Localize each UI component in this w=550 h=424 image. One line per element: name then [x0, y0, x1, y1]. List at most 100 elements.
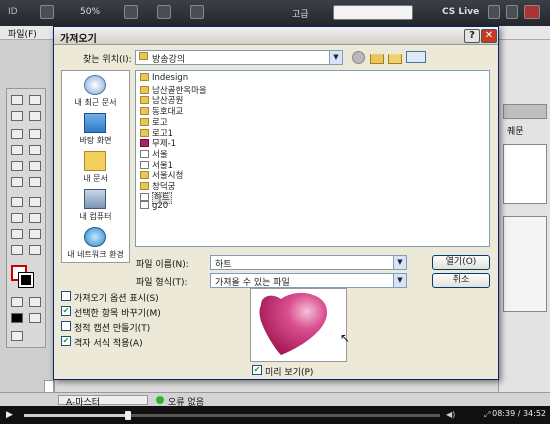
mouse-cursor-icon: ↖	[340, 331, 351, 345]
minimize-icon[interactable]	[488, 5, 500, 19]
video-time: 08:39 / 34:52	[492, 409, 546, 418]
look-in-label: 찾는 위치(I):	[83, 55, 132, 65]
bridge-icon[interactable]	[40, 5, 54, 19]
chevron-down-icon: ▼	[329, 51, 342, 64]
folder-icon	[140, 117, 149, 126]
filename-input[interactable]: 하트 ▼	[210, 255, 407, 270]
filename-value: 하트	[215, 260, 232, 270]
file-list-item[interactable]: g20	[140, 201, 168, 213]
option-checkbox[interactable]: ✔	[61, 336, 71, 346]
cancel-button[interactable]: 취소	[432, 273, 490, 288]
option-label: 정적 캡션 만들기(T)	[74, 324, 151, 334]
folder-icon	[140, 85, 149, 94]
app-search-input[interactable]	[333, 5, 413, 20]
maximize-icon[interactable]	[506, 5, 518, 19]
panel-tab[interactable]	[503, 104, 547, 119]
gradient-tool-icon[interactable]	[11, 213, 23, 223]
option-checkbox[interactable]: ✔	[61, 306, 71, 316]
apply-color-icon[interactable]	[11, 313, 23, 323]
menu-file[interactable]: 파일(F)	[8, 27, 37, 40]
option-label: 가져오기 옵션 표시(S)	[74, 294, 159, 304]
formatting-text-icon[interactable]	[29, 297, 41, 307]
stroke-swatch-icon[interactable]	[18, 272, 34, 288]
apply-none-icon[interactable]	[29, 313, 41, 323]
option-checkbox[interactable]	[61, 291, 71, 301]
normal-view-icon[interactable]	[11, 331, 23, 341]
grid-tool-icon[interactable]	[29, 177, 41, 187]
place-label: 내 문서	[83, 174, 108, 183]
dialog-title-bar[interactable]: 가져오기 ? ✕	[54, 27, 498, 45]
option-label: 선택한 항목 바꾸기(M)	[74, 309, 161, 319]
app-logo: ID	[8, 7, 18, 17]
formatting-container-icon[interactable]	[11, 297, 23, 307]
workspace-switcher[interactable]: 고급	[292, 7, 309, 20]
page-tool-icon[interactable]	[11, 111, 23, 121]
eyedropper-tool-icon[interactable]	[29, 229, 41, 239]
cs-live-button[interactable]: CS Live	[442, 7, 479, 17]
type-tool-icon[interactable]	[11, 129, 23, 139]
folder-icon	[140, 107, 149, 116]
place-my-computer[interactable]: 내 컴퓨터	[62, 189, 129, 227]
video-progress-fill	[24, 414, 128, 417]
play-icon[interactable]: ▶	[6, 410, 13, 420]
zoom-level[interactable]: 50%	[80, 7, 100, 17]
import-dialog: 가져오기 ? ✕ 찾는 위치(I): 방송강의 ▼ 내 최근 문서 바탕 화면 …	[53, 26, 499, 380]
option-label: 격자 서식 적용(A)	[74, 339, 143, 349]
import-options: 가져오기 옵션 표시(S) ✔ 선택한 항목 바꾸기(M) 정적 캡션 만들기(T) ✔…	[61, 291, 241, 357]
file-icon	[140, 192, 149, 201]
gradient-feather-tool-icon[interactable]	[29, 213, 41, 223]
hand-tool-icon[interactable]	[11, 245, 23, 255]
recent-documents-icon	[84, 75, 106, 95]
table-tool-icon[interactable]	[11, 177, 23, 187]
dialog-title: 가져오기	[60, 34, 97, 45]
file-name: g20	[152, 201, 169, 212]
tools-panel	[6, 88, 46, 348]
gap-tool-icon[interactable]	[29, 111, 41, 121]
place-desktop[interactable]: 바탕 화면	[62, 113, 129, 151]
arrange-documents-icon[interactable]	[190, 5, 204, 19]
new-folder-icon[interactable]	[388, 54, 402, 64]
app-right-panel: 퀘문	[498, 40, 550, 406]
pen-tool-icon[interactable]	[11, 145, 23, 155]
line-tool-icon[interactable]	[29, 129, 41, 139]
up-folder-icon[interactable]	[370, 54, 384, 64]
close-button[interactable]: ✕	[481, 29, 497, 43]
place-recent-documents[interactable]: 내 최근 문서	[62, 75, 129, 113]
my-documents-icon	[84, 151, 106, 171]
video-progress-knob[interactable]	[125, 411, 131, 420]
right-panel-label: 퀘문	[507, 127, 524, 137]
screen-mode-icon[interactable]	[157, 5, 171, 19]
view-options-icon[interactable]	[124, 5, 138, 19]
direct-selection-tool-icon[interactable]	[29, 95, 41, 105]
place-network[interactable]: 내 네트워크 환경	[62, 227, 129, 265]
note-tool-icon[interactable]	[11, 229, 23, 239]
help-button[interactable]: ?	[464, 29, 480, 43]
selection-tool-icon[interactable]	[11, 95, 23, 105]
rectangle-frame-tool-icon[interactable]	[11, 161, 23, 171]
free-transform-tool-icon[interactable]	[29, 197, 41, 207]
volume-icon[interactable]: ◀)	[446, 410, 455, 419]
fullscreen-icon[interactable]: ⤢	[484, 410, 490, 420]
place-my-documents[interactable]: 내 문서	[62, 151, 129, 189]
folder-icon	[140, 96, 149, 105]
option-checkbox[interactable]	[61, 321, 71, 331]
back-icon[interactable]	[352, 51, 365, 64]
zoom-tool-icon[interactable]	[29, 245, 41, 255]
file-icon	[140, 160, 149, 169]
preview-label: 미리 보기(P)	[265, 368, 314, 378]
pencil-tool-icon[interactable]	[29, 145, 41, 155]
preview-checkbox[interactable]: ✔	[252, 365, 262, 375]
file-name: Indesign	[152, 73, 189, 83]
filetype-select[interactable]: 가져올 수 있는 파일 ▼	[210, 273, 407, 288]
view-menu-icon[interactable]	[406, 51, 426, 63]
preview-pane	[250, 288, 347, 362]
video-progress-bar[interactable]	[24, 411, 440, 420]
open-button[interactable]: 열기(O)	[432, 255, 490, 270]
video-player-bar: ▶ ◀) ⤢ 08:39 / 34:52	[0, 406, 550, 424]
desktop-icon	[84, 113, 106, 133]
look-in-select[interactable]: 방송강의 ▼	[135, 50, 343, 65]
scissors-tool-icon[interactable]	[11, 197, 23, 207]
file-list[interactable]: Indesign 남산골한옥마을 남산공원 동호대교 로고 로고1 무제-1 서울 서울1 서울시…	[135, 70, 490, 247]
rectangle-tool-icon[interactable]	[29, 161, 41, 171]
app-close-icon[interactable]	[524, 5, 540, 19]
